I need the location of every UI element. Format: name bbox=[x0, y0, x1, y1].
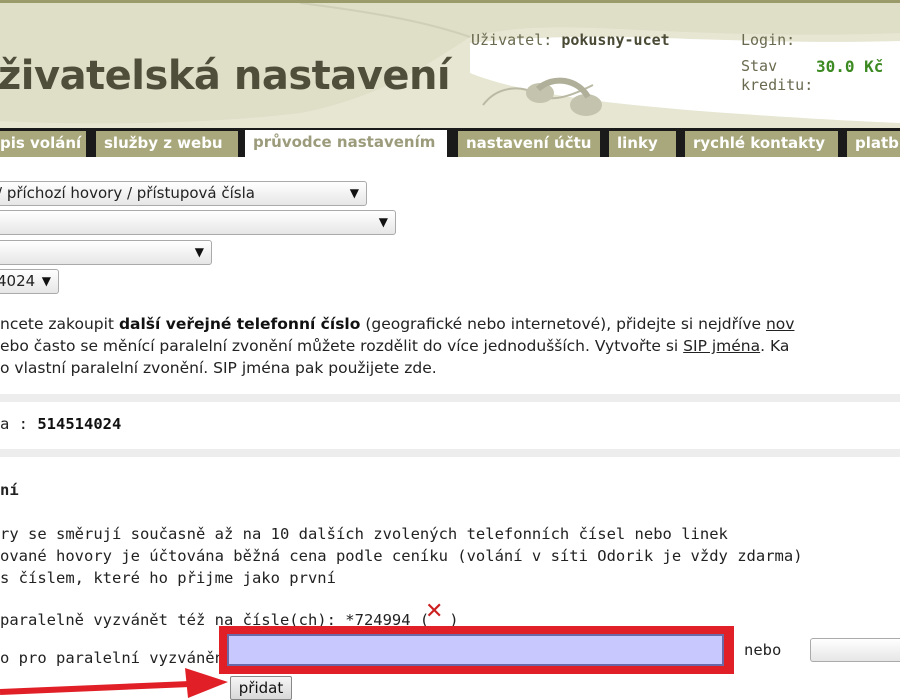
category-select-value: / příchozí hovory / přístupová čísla bbox=[0, 184, 255, 202]
or-label: nebo bbox=[744, 641, 782, 659]
line-choice-select[interactable] bbox=[810, 638, 900, 662]
number-panel: a : 514514024 bbox=[0, 415, 121, 433]
arrow-annotation-icon bbox=[0, 668, 228, 698]
chevron-down-icon: ▼ bbox=[349, 186, 359, 200]
option-select[interactable]: ▼ bbox=[0, 240, 212, 265]
add-button[interactable]: přidat bbox=[230, 676, 292, 700]
info-line-3: s číslem, které ho přijme jako první bbox=[0, 569, 336, 587]
remove-icon[interactable]: ✕ bbox=[425, 601, 443, 623]
telephone-icon bbox=[482, 77, 602, 116]
section-heading: ní bbox=[0, 481, 19, 499]
tab-lines[interactable]: linky bbox=[609, 131, 676, 157]
header: živatelská nastavení Uživatel: pokusny-u… bbox=[0, 3, 900, 128]
intro-line-2: ebo často se měnící paralelní zvonění mů… bbox=[0, 335, 789, 357]
tab-web-services[interactable]: služby z webu bbox=[96, 131, 238, 157]
intro-text: ncete zakoupit bbox=[0, 315, 119, 333]
tab-payments[interactable]: platb bbox=[847, 131, 900, 157]
page-title: živatelská nastavení bbox=[0, 53, 451, 99]
info-line-1: ry se směrují současně až na 10 dalších … bbox=[0, 525, 728, 543]
selected-number: 514514024 bbox=[37, 415, 122, 433]
category-select[interactable]: / příchozí hovory / přístupová čísla ▼ bbox=[0, 181, 367, 206]
intro-text: ebo často se měnící paralelní zvonění mů… bbox=[0, 337, 684, 355]
credit-value: 30.0 Kč bbox=[816, 57, 884, 76]
info-line-2: ované hovory je účtována běžná cena podl… bbox=[0, 547, 803, 565]
chevron-down-icon: ▼ bbox=[41, 274, 51, 288]
intro-line-3: o vlastní paralelní zvonění. SIP jména p… bbox=[0, 359, 437, 377]
intro-text: (geografické nebo internetové), přidejte… bbox=[360, 315, 766, 333]
number-select[interactable]: ▼ bbox=[0, 210, 396, 235]
tab-speed-dials[interactable]: rychlé kontakty bbox=[685, 131, 838, 157]
user-name: pokusny-ucet bbox=[561, 31, 670, 49]
tab-setup-guide[interactable]: průvodce nastavením bbox=[245, 130, 447, 157]
tab-call-log[interactable]: pis volání bbox=[0, 131, 86, 157]
number-label: a : bbox=[0, 415, 38, 433]
credit-label: Stav kreditu: bbox=[741, 57, 814, 94]
main-tabs: pis volání služby z webu průvodce nastav… bbox=[0, 128, 900, 157]
login-label: Login: bbox=[741, 31, 796, 49]
tab-account-settings[interactable]: nastavení účtu bbox=[458, 131, 600, 157]
line-select[interactable]: 4024 ▼ bbox=[0, 269, 59, 294]
user-label: Uživatel: bbox=[471, 31, 553, 49]
intro-bold-text: další veřejné telefonní číslo bbox=[118, 315, 361, 333]
user-info: Uživatel: pokusny-ucet bbox=[471, 31, 670, 49]
sip-names-link[interactable]: SIP jména bbox=[683, 337, 760, 355]
divider bbox=[0, 449, 900, 457]
line-select-value: 4024 bbox=[0, 272, 36, 290]
intro-line-1: ncete zakoupit další veřejné telefonní č… bbox=[0, 313, 794, 335]
new-number-link[interactable]: nov bbox=[766, 315, 794, 333]
parallel-number-input[interactable] bbox=[227, 634, 724, 666]
chevron-down-icon: ▼ bbox=[194, 245, 204, 259]
chevron-down-icon: ▼ bbox=[378, 215, 388, 229]
intro-text: . Ka bbox=[760, 337, 790, 355]
divider bbox=[0, 394, 900, 402]
